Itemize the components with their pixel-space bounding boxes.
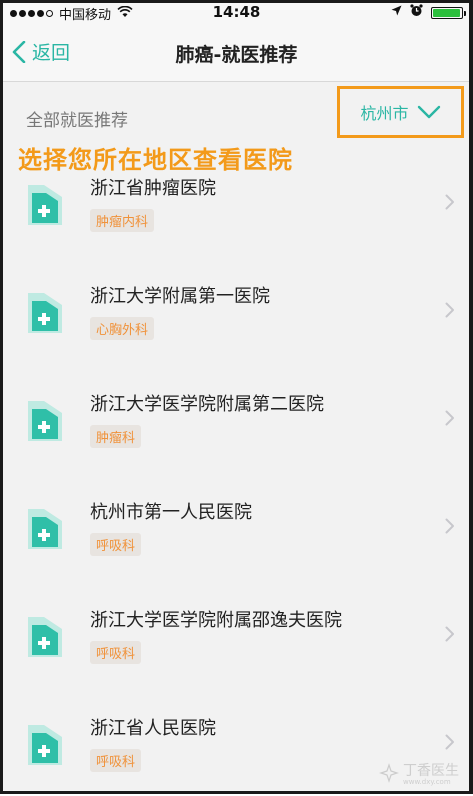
status-right xyxy=(391,4,466,21)
chevron-left-icon xyxy=(12,40,26,63)
chevron-right-icon xyxy=(445,626,454,642)
section-label: 全部就医推荐 xyxy=(26,111,128,131)
hospital-list-item[interactable]: 杭州市第一人民医院 呼吸科 xyxy=(0,472,473,580)
hospital-building-icon xyxy=(28,185,62,225)
hospital-name: 浙江大学医学院附属第二医院 xyxy=(90,394,324,415)
hospital-building-icon xyxy=(28,293,62,333)
hospital-building-icon xyxy=(28,401,62,441)
chevron-right-icon xyxy=(445,410,454,426)
hospital-name: 浙江省肿瘤医院 xyxy=(90,178,216,199)
chevron-right-icon xyxy=(445,518,454,534)
alarm-clock-icon xyxy=(410,4,423,21)
hospital-list: 浙江省肿瘤医院 肿瘤内科 浙江大学附属第一医院 心胸外科 浙江大学医学院附属第二… xyxy=(0,148,473,794)
chevron-right-icon xyxy=(445,734,454,750)
chevron-down-icon xyxy=(417,105,440,119)
hospital-list-item[interactable]: 浙江大学附属第一医院 心胸外科 xyxy=(0,256,473,364)
battery-icon xyxy=(431,6,466,19)
chevron-right-icon xyxy=(445,194,454,210)
hospital-list-item[interactable]: 浙江大学医学院附属邵逸夫医院 呼吸科 xyxy=(0,580,473,688)
department-tag: 肿瘤科 xyxy=(90,425,142,448)
navigation-bar: 返回 肺癌-就医推荐 xyxy=(0,24,473,82)
page-title: 肺癌-就医推荐 xyxy=(175,44,298,66)
hospital-name: 浙江大学附属第一医院 xyxy=(90,286,270,307)
location-arrow-icon xyxy=(391,5,402,20)
hospital-name: 杭州市第一人民医院 xyxy=(90,502,252,523)
department-tag: 呼吸科 xyxy=(90,749,142,772)
hospital-building-icon xyxy=(28,617,62,657)
annotation-callout: 选择您所在地区查看医院 xyxy=(18,146,293,174)
back-label: 返回 xyxy=(32,42,71,64)
hospital-building-icon xyxy=(28,509,62,549)
hospital-list-item[interactable]: 浙江大学医学院附属第二医院 肿瘤科 xyxy=(0,364,473,472)
hospital-name: 浙江省人民医院 xyxy=(90,718,216,739)
hospital-name: 浙江大学医学院附属邵逸夫医院 xyxy=(90,610,342,631)
department-tag: 呼吸科 xyxy=(90,641,142,664)
hospital-list-item[interactable]: 浙江省人民医院 呼吸科 xyxy=(0,688,473,796)
list-header: 全部就医推荐 杭州市 xyxy=(0,82,473,148)
city-selector[interactable]: 杭州市 xyxy=(337,86,464,138)
department-tag: 肿瘤内科 xyxy=(90,209,155,232)
hospital-building-icon xyxy=(28,725,62,765)
city-label: 杭州市 xyxy=(360,104,409,123)
status-bar: 中国移动 14:48 xyxy=(0,0,473,24)
department-tag: 心胸外科 xyxy=(90,317,155,340)
battery-level xyxy=(433,8,460,17)
chevron-right-icon xyxy=(445,302,454,318)
back-button[interactable]: 返回 xyxy=(12,38,70,65)
department-tag: 呼吸科 xyxy=(90,533,142,556)
